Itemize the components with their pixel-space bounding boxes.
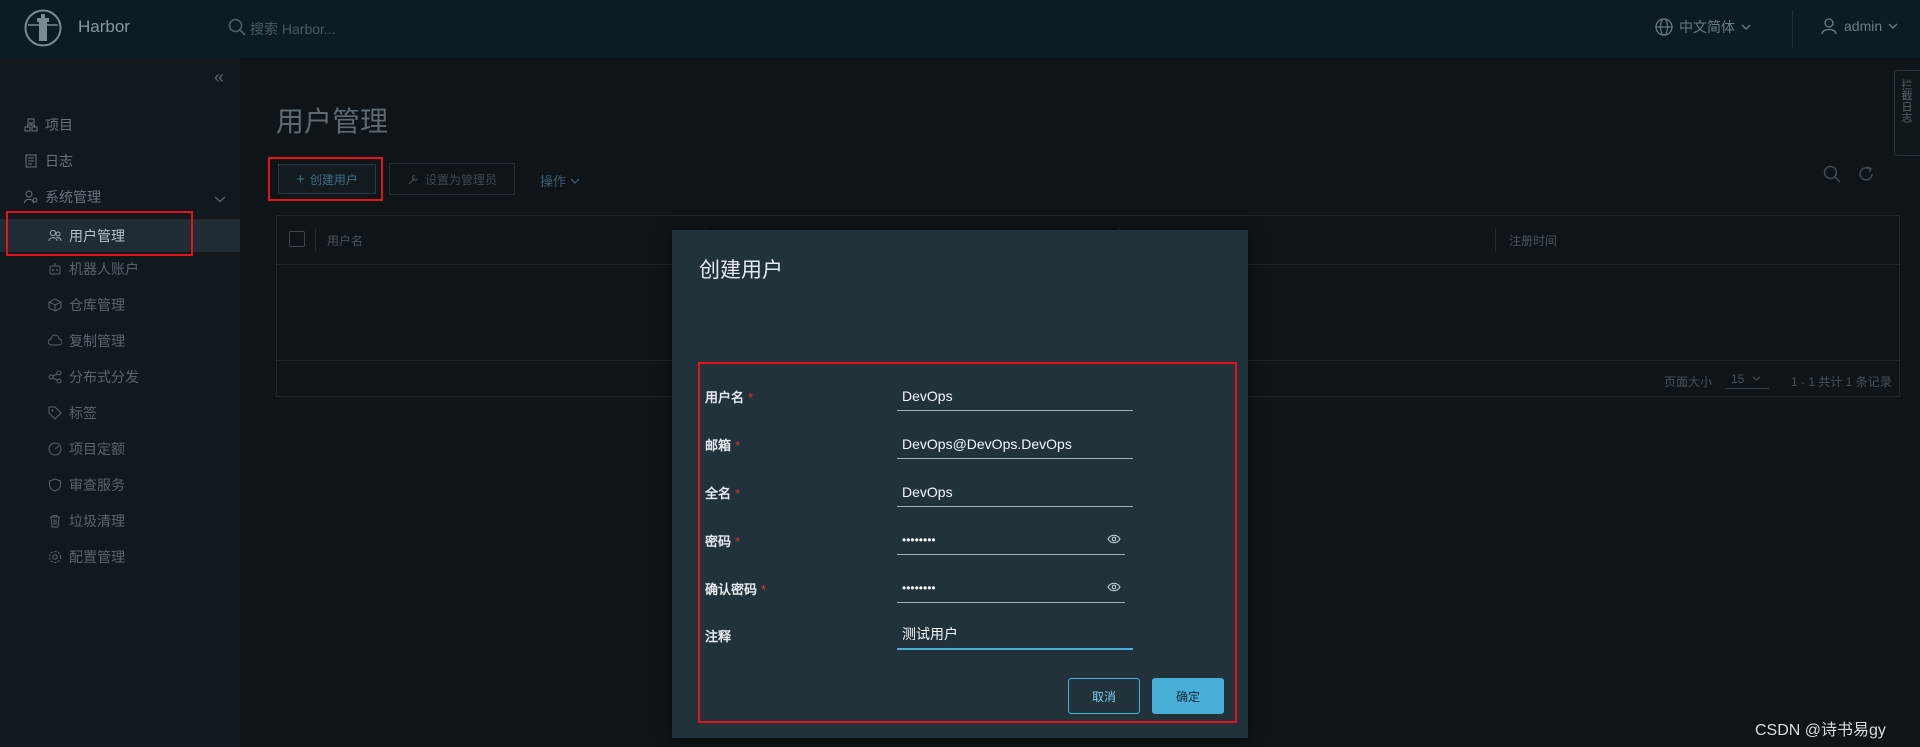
collapse-sidebar-icon[interactable]: « xyxy=(214,68,224,86)
sidebar-item-label: 项目定额 xyxy=(69,441,125,457)
column-created-time[interactable]: 注册时间 xyxy=(1509,232,1557,249)
sidebar-item-registry[interactable]: 仓库管理 xyxy=(48,291,125,319)
sidebar-item-projects[interactable]: 项目 xyxy=(24,111,73,139)
chevron-down-icon xyxy=(1752,376,1761,382)
robot-icon xyxy=(49,263,61,275)
wrench-icon xyxy=(408,174,419,184)
sidebar-item-robot[interactable]: 机器人账户 xyxy=(48,255,139,283)
sidebar-item-admin[interactable]: 系统管理 xyxy=(24,183,101,211)
highlight-create-button xyxy=(268,157,383,201)
registry-icon xyxy=(48,298,62,312)
pagination-summary: 1 - 1 共计 1 条记录 xyxy=(1791,375,1892,389)
search-icon[interactable] xyxy=(1823,165,1841,183)
top-header: Harbor 中文简体 admin xyxy=(0,0,1920,58)
sidebar-item-label: 分布式分发 xyxy=(69,369,139,385)
user-name: admin xyxy=(1844,18,1883,34)
sidebar-item-distribution[interactable]: 分布式分发 xyxy=(48,363,139,391)
actions-label: 操作 xyxy=(540,174,567,189)
set-admin-label: 设置为管理员 xyxy=(424,172,497,187)
sidebar-item-label: 系统管理 xyxy=(45,189,101,205)
sidebar-item-scanner[interactable]: 审查服务 xyxy=(48,471,125,499)
sidebar-item-label: 标签 xyxy=(69,405,97,421)
search-icon xyxy=(228,18,246,36)
column-divider xyxy=(315,228,316,252)
brand-name[interactable]: Harbor xyxy=(78,17,130,37)
language-label: 中文简体 xyxy=(1679,19,1735,35)
refresh-icon[interactable] xyxy=(1857,165,1875,183)
sidebar-item-label: 项目 xyxy=(45,117,73,133)
watermark: CSDN @诗书易gy xyxy=(1755,722,1886,739)
projects-icon xyxy=(24,118,38,132)
sidebar-item-tags[interactable]: 标签 xyxy=(48,399,97,427)
dialog-title: 创建用户 xyxy=(699,259,783,282)
sidebar-item-label: 审查服务 xyxy=(69,477,125,493)
language-selector[interactable]: 中文简体 xyxy=(1655,17,1751,37)
page-title: 用户管理 xyxy=(276,106,389,137)
distribution-icon xyxy=(48,370,62,384)
sidebar-item-label: 仓库管理 xyxy=(69,297,125,313)
tag-icon xyxy=(48,406,62,420)
logs-icon xyxy=(25,154,37,168)
admin-icon xyxy=(24,190,38,204)
trash-icon xyxy=(50,515,60,528)
sidebar-item-label: 机器人账户 xyxy=(69,261,139,277)
column-divider xyxy=(1495,228,1496,252)
chevron-down-icon xyxy=(570,178,580,184)
sidebar-item-replication[interactable]: 复制管理 xyxy=(48,327,125,355)
sidebar-item-logs[interactable]: 日志 xyxy=(24,147,73,175)
column-username[interactable]: 用户名 xyxy=(327,232,363,249)
quota-icon xyxy=(48,442,62,456)
chevron-down-icon xyxy=(1741,24,1751,30)
sidebar-item-gc[interactable]: 垃圾清理 xyxy=(48,507,125,535)
highlight-user-management xyxy=(6,211,193,256)
sidebar-item-quota[interactable]: 项目定额 xyxy=(48,435,125,463)
shield-icon xyxy=(49,478,61,492)
sidebar-item-label: 配置管理 xyxy=(69,549,125,565)
replication-icon xyxy=(48,334,62,346)
event-log-label: 拦截日志 xyxy=(1900,79,1912,123)
actions-dropdown[interactable]: 操作 xyxy=(540,171,580,190)
select-all-checkbox[interactable] xyxy=(289,231,305,247)
user-icon xyxy=(1821,18,1837,35)
chevron-down-icon xyxy=(1888,23,1898,29)
sidebar-item-label: 垃圾清理 xyxy=(69,513,125,529)
set-admin-button[interactable]: 设置为管理员 xyxy=(389,163,515,195)
sidebar-item-label: 日志 xyxy=(45,153,73,169)
event-log-tab[interactable]: 拦截日志 xyxy=(1894,70,1920,156)
sidebar-item-label: 复制管理 xyxy=(69,333,125,349)
page-size-label: 页面大小 xyxy=(1664,375,1713,389)
header-divider xyxy=(1792,10,1793,48)
user-menu[interactable]: admin xyxy=(1820,17,1898,35)
global-search-input[interactable] xyxy=(248,16,552,42)
highlight-form-area xyxy=(698,362,1237,723)
gear-icon xyxy=(49,551,61,563)
globe-icon xyxy=(1655,18,1673,36)
page-size-value: 15 xyxy=(1731,371,1745,386)
page-size-select[interactable]: 15 xyxy=(1725,369,1769,389)
chevron-down-icon[interactable] xyxy=(214,195,226,203)
sidebar-item-config[interactable]: 配置管理 xyxy=(48,543,125,571)
harbor-logo-icon[interactable] xyxy=(24,9,62,47)
